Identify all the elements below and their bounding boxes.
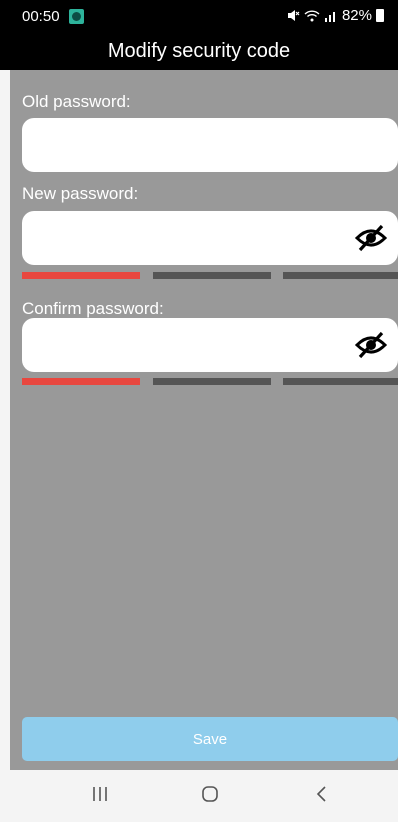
mute-icon (287, 10, 300, 21)
home-icon[interactable] (200, 784, 220, 804)
form-container: Old password: New password: Confirm pass… (10, 70, 398, 770)
toggle-visibility-icon[interactable] (354, 330, 388, 360)
new-password-label: New password: (22, 184, 139, 203)
strength-segment-3 (283, 378, 398, 385)
wifi-icon (304, 10, 320, 22)
new-password-strength-bar (22, 272, 398, 279)
page-title: Modify security code (107, 40, 291, 62)
battery-percent: 82% (341, 7, 372, 24)
title-bar: Modify security code (0, 34, 398, 70)
status-icons: 82% (287, 7, 384, 24)
confirm-password-label: Confirm password: (22, 299, 164, 318)
status-time: 00:50 (22, 8, 60, 25)
toggle-visibility-icon[interactable] (354, 223, 388, 253)
save-button[interactable]: Save (22, 717, 398, 761)
strength-segment-1 (22, 378, 140, 385)
strength-segment-1 (22, 272, 140, 279)
new-password-field[interactable] (22, 211, 398, 265)
confirm-password-field[interactable] (22, 318, 398, 372)
old-password-field[interactable] (22, 118, 398, 172)
strength-segment-2 (153, 378, 271, 385)
navigation-bar (0, 770, 398, 822)
back-icon[interactable] (313, 784, 331, 804)
strength-segment-3 (283, 272, 398, 279)
status-bar: 00:50 82% (0, 0, 398, 34)
confirm-password-strength-bar (22, 378, 398, 385)
old-password-label: Old password: (22, 92, 131, 111)
recent-apps-icon[interactable] (91, 784, 109, 804)
signal-icon (324, 12, 335, 22)
strength-segment-2 (153, 272, 271, 279)
battery-icon (376, 9, 384, 22)
app-notification-icon (69, 9, 84, 24)
